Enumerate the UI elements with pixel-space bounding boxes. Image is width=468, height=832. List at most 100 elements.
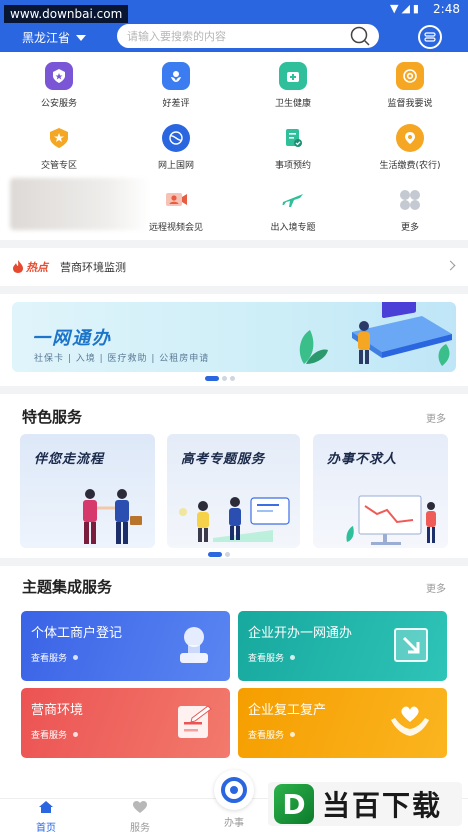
search-placeholder: 请输入要搜索的内容 [127, 30, 226, 43]
nav-label: 办事 [224, 818, 244, 829]
stamp-icon [180, 627, 208, 663]
menu-icon [424, 32, 436, 42]
grid-label: 监督我要说 [387, 99, 433, 109]
theme-card[interactable]: 个体工商户登记 查看服务 [21, 611, 230, 681]
flame-icon [13, 260, 23, 273]
more-grid-icon [396, 186, 424, 214]
arrow-box-icon [394, 628, 428, 662]
section-title: 主题集成服务 [22, 578, 113, 596]
promo-banner[interactable]: 一网通办 社保卡 | 入境 | 医疗救助 | 公租房申请 [12, 302, 456, 372]
grid-item-traffic[interactable]: 交管专区 [9, 124, 109, 171]
card-subtitle: 查看服务 [31, 728, 79, 741]
grid-label: 好差评 [162, 99, 190, 109]
featured-section: 特色服务 更多 伴您走流程 高考专题服务 办事不求人 [0, 394, 468, 558]
card-title: 高考专题服务 [181, 452, 266, 467]
region-selector[interactable]: 黑龙江省 [22, 29, 87, 46]
handshake-illustration [83, 489, 142, 544]
nav-affairs[interactable]: 办事 [204, 813, 264, 829]
grid-item-more[interactable]: 更多 [360, 186, 460, 233]
at-sign-icon [396, 62, 424, 90]
grid-label: 公安服务 [40, 99, 77, 109]
grid-item-grid[interactable]: 网上国网 [126, 124, 226, 171]
hot-text: 营商环境监测 [60, 261, 126, 274]
home-icon [39, 801, 53, 813]
theme-card[interactable]: 营商环境 查看服务 [21, 688, 230, 758]
more-link[interactable]: 更多 [426, 580, 446, 595]
card-title: 企业复工复产 [248, 703, 327, 718]
medical-kit-icon [279, 62, 307, 90]
card-subtitle: 查看服务 [248, 728, 296, 741]
nav-label: 首页 [36, 823, 56, 832]
status-icons: ▼◢▮ [390, 2, 422, 15]
nav-home[interactable]: 首页 [16, 799, 76, 832]
more-link[interactable]: 更多 [426, 410, 446, 425]
grid-item-supervise[interactable]: 监督我要说 [360, 62, 460, 109]
grid-item-rating[interactable]: 好差评 [126, 62, 226, 109]
heart-hands-icon [391, 706, 429, 736]
search-input[interactable]: 请输入要搜索的内容 [117, 24, 379, 48]
grid-item-bills[interactable]: 生活缴费(农行) [360, 124, 460, 171]
theme-card[interactable]: 企业复工复产 查看服务 [238, 688, 447, 758]
featured-pagination [208, 552, 230, 557]
banner-title: 一网通办 [32, 328, 112, 349]
brand-watermark: D 当百下载 [268, 782, 462, 826]
search-icon[interactable] [349, 25, 371, 47]
grid-item-police[interactable]: 公安服务 [9, 62, 109, 109]
banner-illustration [299, 302, 452, 366]
card-title: 伴您走流程 [34, 452, 105, 467]
swirl-logo-icon [221, 777, 247, 803]
hot-tag: 热点 [26, 261, 48, 274]
menu-button[interactable] [418, 25, 442, 49]
location-pin-icon [396, 124, 424, 152]
center-action-button[interactable] [214, 770, 254, 810]
grid-label: 出入境专题 [270, 223, 316, 233]
featured-card[interactable]: 办事不求人 [313, 434, 448, 548]
grid-label: 生活缴费(农行) [379, 161, 441, 171]
brand-logo-icon: D [274, 784, 314, 824]
grid-label: 更多 [400, 223, 419, 233]
brand-text: 当百下载 [322, 789, 443, 822]
theme-card[interactable]: 企业开办一网通办 查看服务 [238, 611, 447, 681]
doc-check-icon [279, 124, 307, 152]
region-label: 黑龙江省 [22, 31, 71, 45]
grid-item-video[interactable]: 远程视频会见 [126, 186, 226, 233]
chevron-right-icon [445, 260, 456, 271]
exam-illustration [179, 497, 290, 542]
section-title: 特色服务 [22, 408, 83, 426]
police-badge-icon [45, 62, 73, 90]
card-title: 企业开办一网通办 [248, 626, 353, 641]
video-meeting-icon [162, 186, 190, 214]
theme-section: 主题集成服务 更多 个体工商户登记 查看服务 企业开办一网通办 查看服务 营商环… [0, 566, 468, 766]
grid-label: 网上国网 [157, 161, 194, 171]
hot-topic-bar[interactable]: 热点 营商环境监测 [0, 248, 468, 286]
grid-label: 卫生健康 [274, 99, 311, 109]
chart-board-illustration [346, 495, 436, 545]
card-subtitle: 查看服务 [31, 651, 79, 664]
grid-label: 交管专区 [40, 161, 77, 171]
grid-label: 远程视频会见 [148, 223, 203, 233]
banner-pagination [205, 376, 235, 381]
banner-section: 一网通办 社保卡 | 入境 | 医疗救助 | 公租房申请 [0, 294, 468, 386]
status-time: 2:48 [433, 2, 460, 16]
banner-subtitle: 社保卡 | 入境 | 医疗救助 | 公租房申请 [34, 354, 210, 364]
card-title: 营商环境 [31, 703, 84, 718]
globe-icon [162, 124, 190, 152]
card-title: 办事不求人 [327, 452, 398, 467]
card-title: 个体工商户登记 [31, 626, 123, 641]
nav-label: 服务 [130, 823, 150, 832]
featured-card[interactable]: 伴您走流程 [20, 434, 155, 548]
service-grid: 公安服务 好差评 卫生健康 监督我要说 交管专区 网上国网 事项预约 生活缴费(… [0, 52, 468, 240]
site-watermark: www.downbai.com [4, 5, 129, 23]
shield-star-icon [45, 124, 73, 152]
heart-icon [133, 801, 147, 813]
nav-service[interactable]: 服务 [110, 799, 170, 832]
airplane-icon [279, 186, 307, 214]
grid-item-immigration[interactable]: 出入境专题 [243, 186, 343, 233]
grid-item-appointment[interactable]: 事项预约 [243, 124, 343, 171]
grid-item-health[interactable]: 卫生健康 [243, 62, 343, 109]
card-subtitle: 查看服务 [248, 651, 296, 664]
chevron-down-icon [76, 34, 87, 41]
flower-icon [162, 62, 190, 90]
document-pen-icon [178, 705, 212, 738]
featured-card[interactable]: 高考专题服务 [167, 434, 300, 548]
